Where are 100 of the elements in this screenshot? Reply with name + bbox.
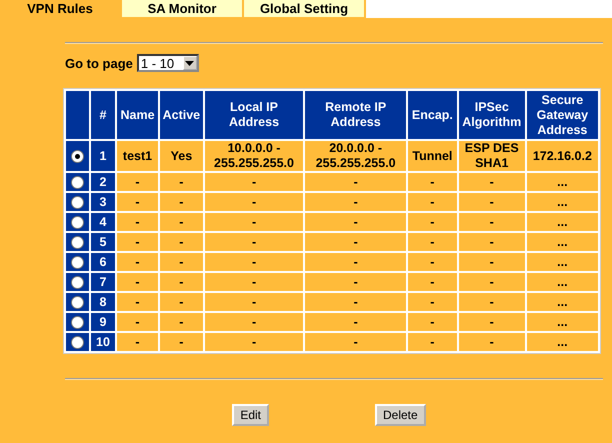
radio-button[interactable] bbox=[71, 336, 84, 349]
table-cell: test1 bbox=[117, 141, 158, 171]
table-cell: - bbox=[204, 213, 304, 231]
table-cell: - bbox=[160, 193, 203, 211]
table-cell: - bbox=[160, 173, 203, 191]
table-cell: - bbox=[458, 213, 525, 231]
table-cell: - bbox=[458, 233, 525, 251]
table-cell: - bbox=[204, 293, 304, 311]
column-header: Active bbox=[160, 91, 203, 139]
table-cell: - bbox=[160, 253, 203, 271]
table-cell: - bbox=[305, 173, 406, 191]
tab[interactable]: SA Monitor bbox=[122, 0, 244, 18]
table-cell: - bbox=[458, 313, 525, 331]
radio-button[interactable] bbox=[71, 256, 84, 269]
table-cell: - bbox=[160, 293, 203, 311]
column-header: # bbox=[91, 91, 115, 139]
radio-button[interactable] bbox=[71, 296, 84, 309]
table-cell: - bbox=[458, 253, 525, 271]
table-cell: ... bbox=[526, 273, 598, 291]
radio-button[interactable] bbox=[71, 176, 84, 189]
table-cell: - bbox=[117, 273, 158, 291]
table-cell: - bbox=[458, 293, 525, 311]
radio-button[interactable] bbox=[71, 216, 84, 229]
table-cell: - bbox=[408, 233, 457, 251]
radio-button[interactable] bbox=[71, 236, 84, 249]
table-cell: - bbox=[408, 313, 457, 331]
table-cell: ... bbox=[526, 173, 598, 191]
table-cell: ... bbox=[526, 293, 598, 311]
row-number: 6 bbox=[91, 253, 115, 271]
table-cell: - bbox=[458, 193, 525, 211]
table-cell: ... bbox=[526, 253, 598, 271]
table-cell: 10.0.0.0 - 255.255.255.0 bbox=[204, 141, 304, 171]
table-cell: - bbox=[305, 333, 406, 351]
table-cell: - bbox=[204, 253, 304, 271]
table-cell: - bbox=[204, 193, 304, 211]
table-cell: - bbox=[117, 233, 158, 251]
table-cell: - bbox=[204, 313, 304, 331]
table-cell: - bbox=[305, 253, 406, 271]
row-number: 4 bbox=[91, 213, 115, 231]
table-cell: ... bbox=[526, 193, 598, 211]
action-button[interactable]: Edit bbox=[232, 404, 269, 426]
table-cell: - bbox=[117, 173, 158, 191]
radio-button[interactable] bbox=[71, 316, 84, 329]
table-cell: - bbox=[305, 193, 406, 211]
radio-button[interactable] bbox=[71, 150, 84, 163]
column-header: Remote IP Address bbox=[305, 91, 406, 139]
table-cell: ... bbox=[526, 333, 598, 351]
page-select[interactable]: 1 - 10 bbox=[136, 54, 199, 72]
table-cell: - bbox=[117, 213, 158, 231]
table-cell: - bbox=[160, 313, 203, 331]
table-cell: ... bbox=[526, 213, 598, 231]
table-cell: - bbox=[117, 333, 158, 351]
table-cell: Tunnel bbox=[408, 141, 457, 171]
radio-button[interactable] bbox=[71, 276, 84, 289]
table-cell: - bbox=[458, 333, 525, 351]
table-cell: - bbox=[408, 213, 457, 231]
table-cell: - bbox=[408, 193, 457, 211]
table-cell: - bbox=[117, 293, 158, 311]
table-cell: - bbox=[458, 273, 525, 291]
table-cell: - bbox=[117, 313, 158, 331]
table-cell: - bbox=[204, 233, 304, 251]
table-cell: - bbox=[204, 273, 304, 291]
table-cell: - bbox=[408, 293, 457, 311]
header-cell bbox=[66, 91, 90, 139]
table-cell: - bbox=[408, 253, 457, 271]
table-cell: - bbox=[160, 333, 203, 351]
table-cell: - bbox=[305, 293, 406, 311]
column-header: Secure Gateway Address bbox=[526, 91, 598, 139]
column-header: Name bbox=[117, 91, 158, 139]
row-number: 7 bbox=[91, 273, 115, 291]
table-cell: ESP DES SHA1 bbox=[458, 141, 525, 171]
row-number: 5 bbox=[91, 233, 115, 251]
column-header: Local IP Address bbox=[204, 91, 304, 139]
action-button[interactable]: Delete bbox=[375, 404, 426, 426]
table-cell: - bbox=[160, 273, 203, 291]
table-cell: - bbox=[204, 173, 304, 191]
table-cell: Yes bbox=[160, 141, 203, 171]
table-cell: - bbox=[305, 233, 406, 251]
table-cell: - bbox=[117, 193, 158, 211]
table-cell: - bbox=[160, 213, 203, 231]
go-to-page-label: Go to page bbox=[65, 56, 133, 70]
table-cell: - bbox=[204, 333, 304, 351]
tab[interactable]: Global Setting bbox=[244, 0, 366, 18]
table-cell: - bbox=[305, 213, 406, 231]
row-number: 10 bbox=[91, 333, 115, 351]
column-header: Encap. bbox=[408, 91, 457, 139]
row-number: 3 bbox=[91, 193, 115, 211]
row-number: 2 bbox=[91, 173, 115, 191]
radio-button[interactable] bbox=[71, 196, 84, 209]
table-cell: - bbox=[305, 313, 406, 331]
row-number: 8 bbox=[91, 293, 115, 311]
table-cell: - bbox=[117, 253, 158, 271]
table-cell: - bbox=[160, 233, 203, 251]
table-cell: - bbox=[458, 173, 525, 191]
table-cell: - bbox=[305, 273, 406, 291]
row-number: 1 bbox=[91, 141, 115, 171]
table-cell: - bbox=[408, 173, 457, 191]
row-number: 9 bbox=[91, 313, 115, 331]
table-cell: 172.16.0.2 bbox=[526, 141, 598, 171]
table-cell: ... bbox=[526, 313, 598, 331]
